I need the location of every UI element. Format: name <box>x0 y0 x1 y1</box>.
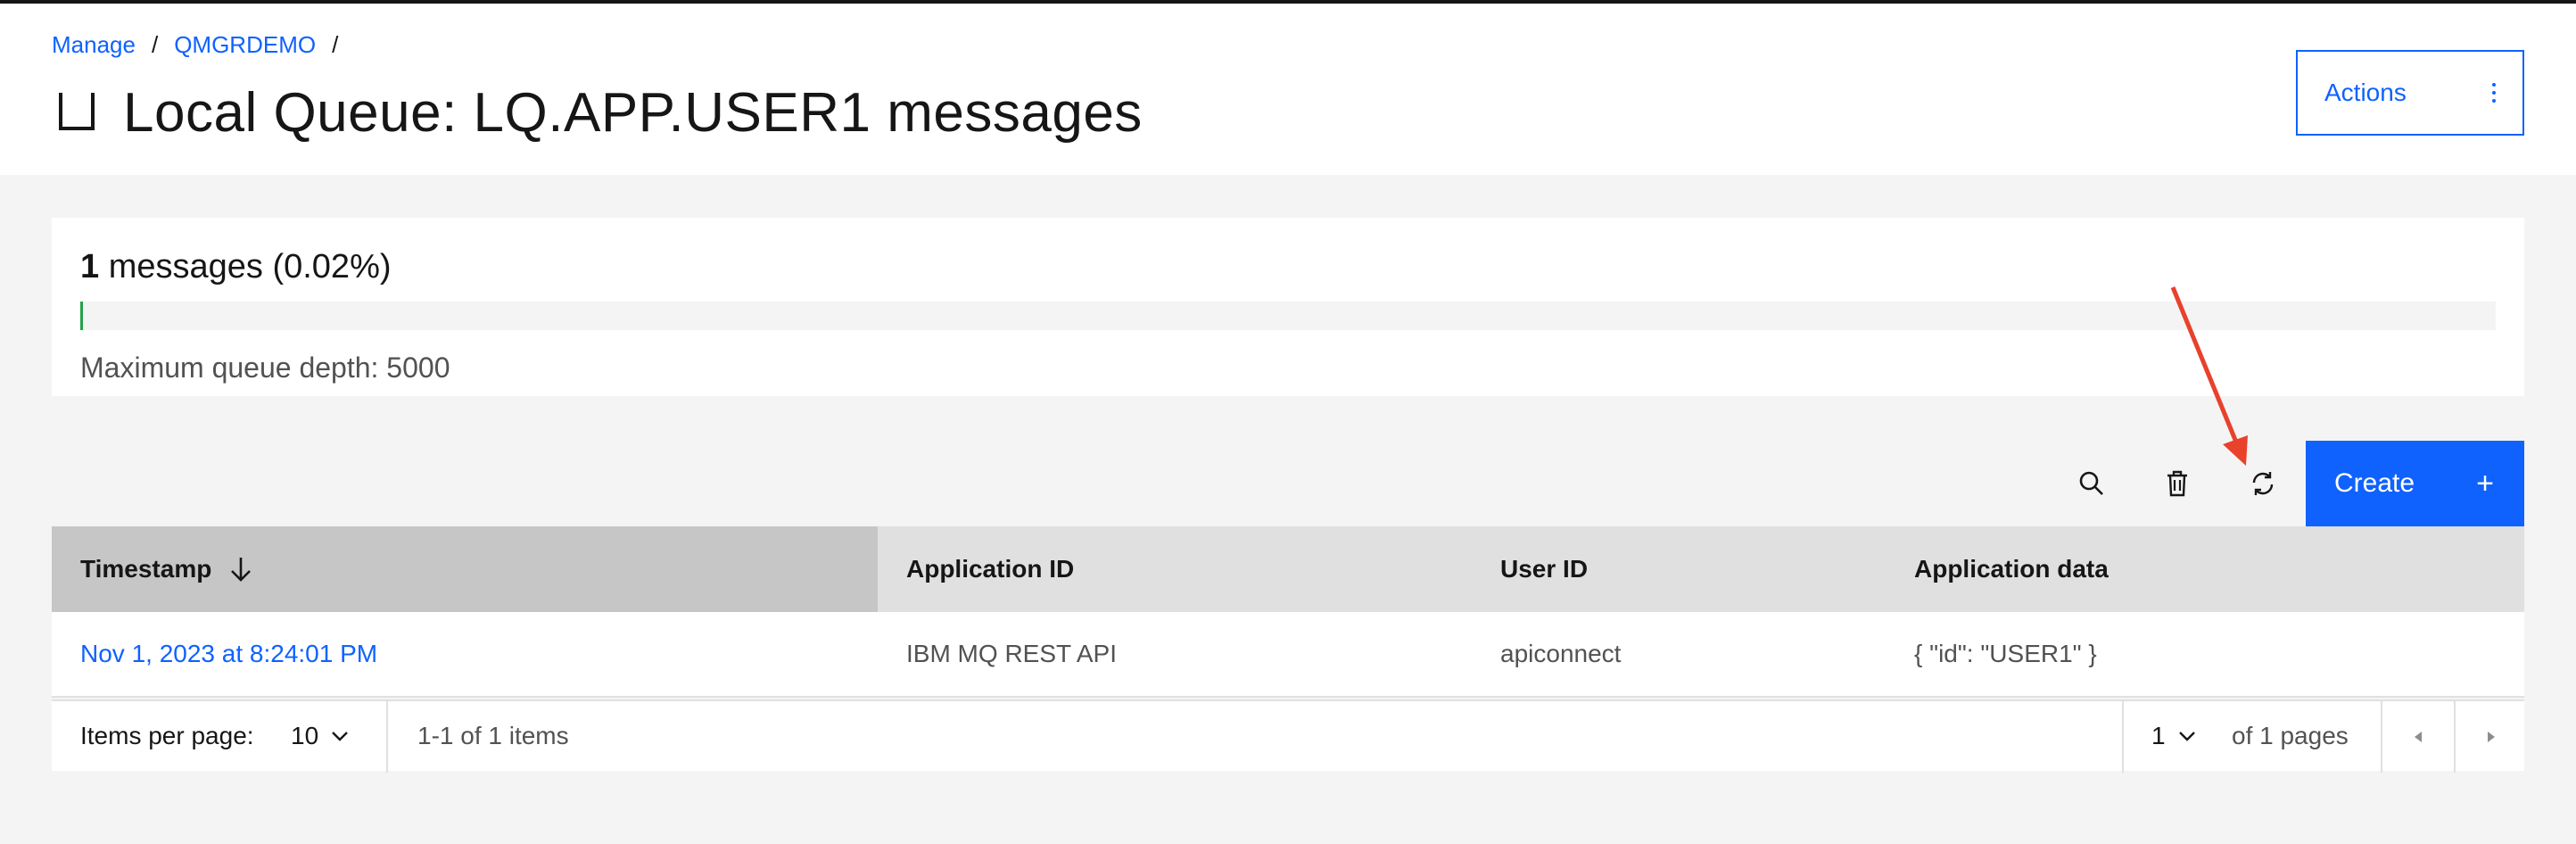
page-header: Manage / QMGRDEMO / Local Queue: LQ.APP.… <box>0 0 2576 175</box>
column-header-user-id[interactable]: User ID <box>1472 526 1886 612</box>
page: Manage / QMGRDEMO / Local Queue: LQ.APP.… <box>0 0 2576 844</box>
timestamp-link[interactable]: Nov 1, 2023 at 8:24:01 PM <box>52 612 878 696</box>
column-header-timestamp[interactable]: Timestamp <box>52 526 878 612</box>
table-header: Timestamp Application ID User ID Applica… <box>52 526 2524 612</box>
divider <box>2122 701 2124 773</box>
caret-left-icon <box>2415 732 2422 742</box>
table-cell: IBM MQ REST API <box>906 640 1117 667</box>
column-header-application-id[interactable]: Application ID <box>878 526 1472 612</box>
column-header-label: Timestamp <box>80 555 212 583</box>
total-pages: of 1 pages <box>2232 722 2349 749</box>
table-cell: { "id": "USER1" } <box>1914 640 2097 667</box>
search-icon <box>2079 471 2103 495</box>
arrow-down-icon <box>231 558 252 582</box>
table-cell: apiconnect <box>1500 640 1622 667</box>
table-row[interactable]: Nov 1, 2023 at 8:24:01 PM IBM MQ REST AP… <box>52 612 2524 698</box>
items-per-page-select[interactable]: 10 <box>291 722 349 750</box>
message-count: 1 messages (0.02%) <box>80 244 392 289</box>
chevron-down-icon <box>332 732 349 741</box>
breadcrumb-manage[interactable]: Manage <box>52 29 136 61</box>
search-button[interactable] <box>2049 441 2134 526</box>
queue-depth-card: 1 messages (0.02%) Maximum queue depth: … <box>52 218 2524 396</box>
column-header-application-data[interactable]: Application data <box>1886 526 2524 612</box>
queue-depth-bar <box>80 302 2496 330</box>
breadcrumb-qmgrdemo[interactable]: QMGRDEMO <box>174 29 316 61</box>
message-count-suffix: messages (0.02%) <box>108 248 392 285</box>
refresh-button[interactable] <box>2220 441 2306 526</box>
message-count-number: 1 <box>80 248 100 285</box>
trash-icon <box>2167 470 2187 497</box>
plus-icon: + <box>2476 466 2494 501</box>
refresh-icon <box>2252 472 2274 495</box>
items-range: 1-1 of 1 items <box>417 722 569 749</box>
next-page-button[interactable] <box>2456 701 2527 773</box>
breadcrumb: Manage / QMGRDEMO / <box>52 29 354 61</box>
items-per-page-label: Items per page: <box>80 722 254 749</box>
current-page: 1 <box>2151 722 2166 749</box>
actions-button[interactable]: Actions <box>2296 50 2524 136</box>
chevron-down-icon <box>2178 732 2195 741</box>
messages-table: Timestamp Application ID User ID Applica… <box>52 526 2524 698</box>
breadcrumb-separator: / <box>332 31 339 58</box>
caret-right-icon <box>2488 732 2495 742</box>
previous-page-button[interactable] <box>2382 701 2454 773</box>
delete-button[interactable] <box>2134 441 2220 526</box>
breadcrumb-separator: / <box>151 31 159 58</box>
create-button-label: Create <box>2334 468 2415 498</box>
page-select[interactable]: 1 <box>2151 722 2196 750</box>
pagination: Items per page: 10 1-1 of 1 items 1 of 1… <box>52 699 2527 773</box>
queue-icon <box>59 93 95 130</box>
overflow-menu-icon <box>2492 83 2496 103</box>
create-button[interactable]: Create + <box>2306 441 2524 526</box>
actions-button-label: Actions <box>2324 79 2407 106</box>
divider <box>386 701 388 773</box>
queue-depth-fill <box>80 302 83 330</box>
title-row: Local Queue: LQ.APP.USER1 messages <box>55 77 1143 148</box>
items-per-page-value: 10 <box>291 722 319 749</box>
page-title: Local Queue: LQ.APP.USER1 messages <box>123 81 1143 144</box>
max-queue-depth: Maximum queue depth: 5000 <box>80 352 450 384</box>
